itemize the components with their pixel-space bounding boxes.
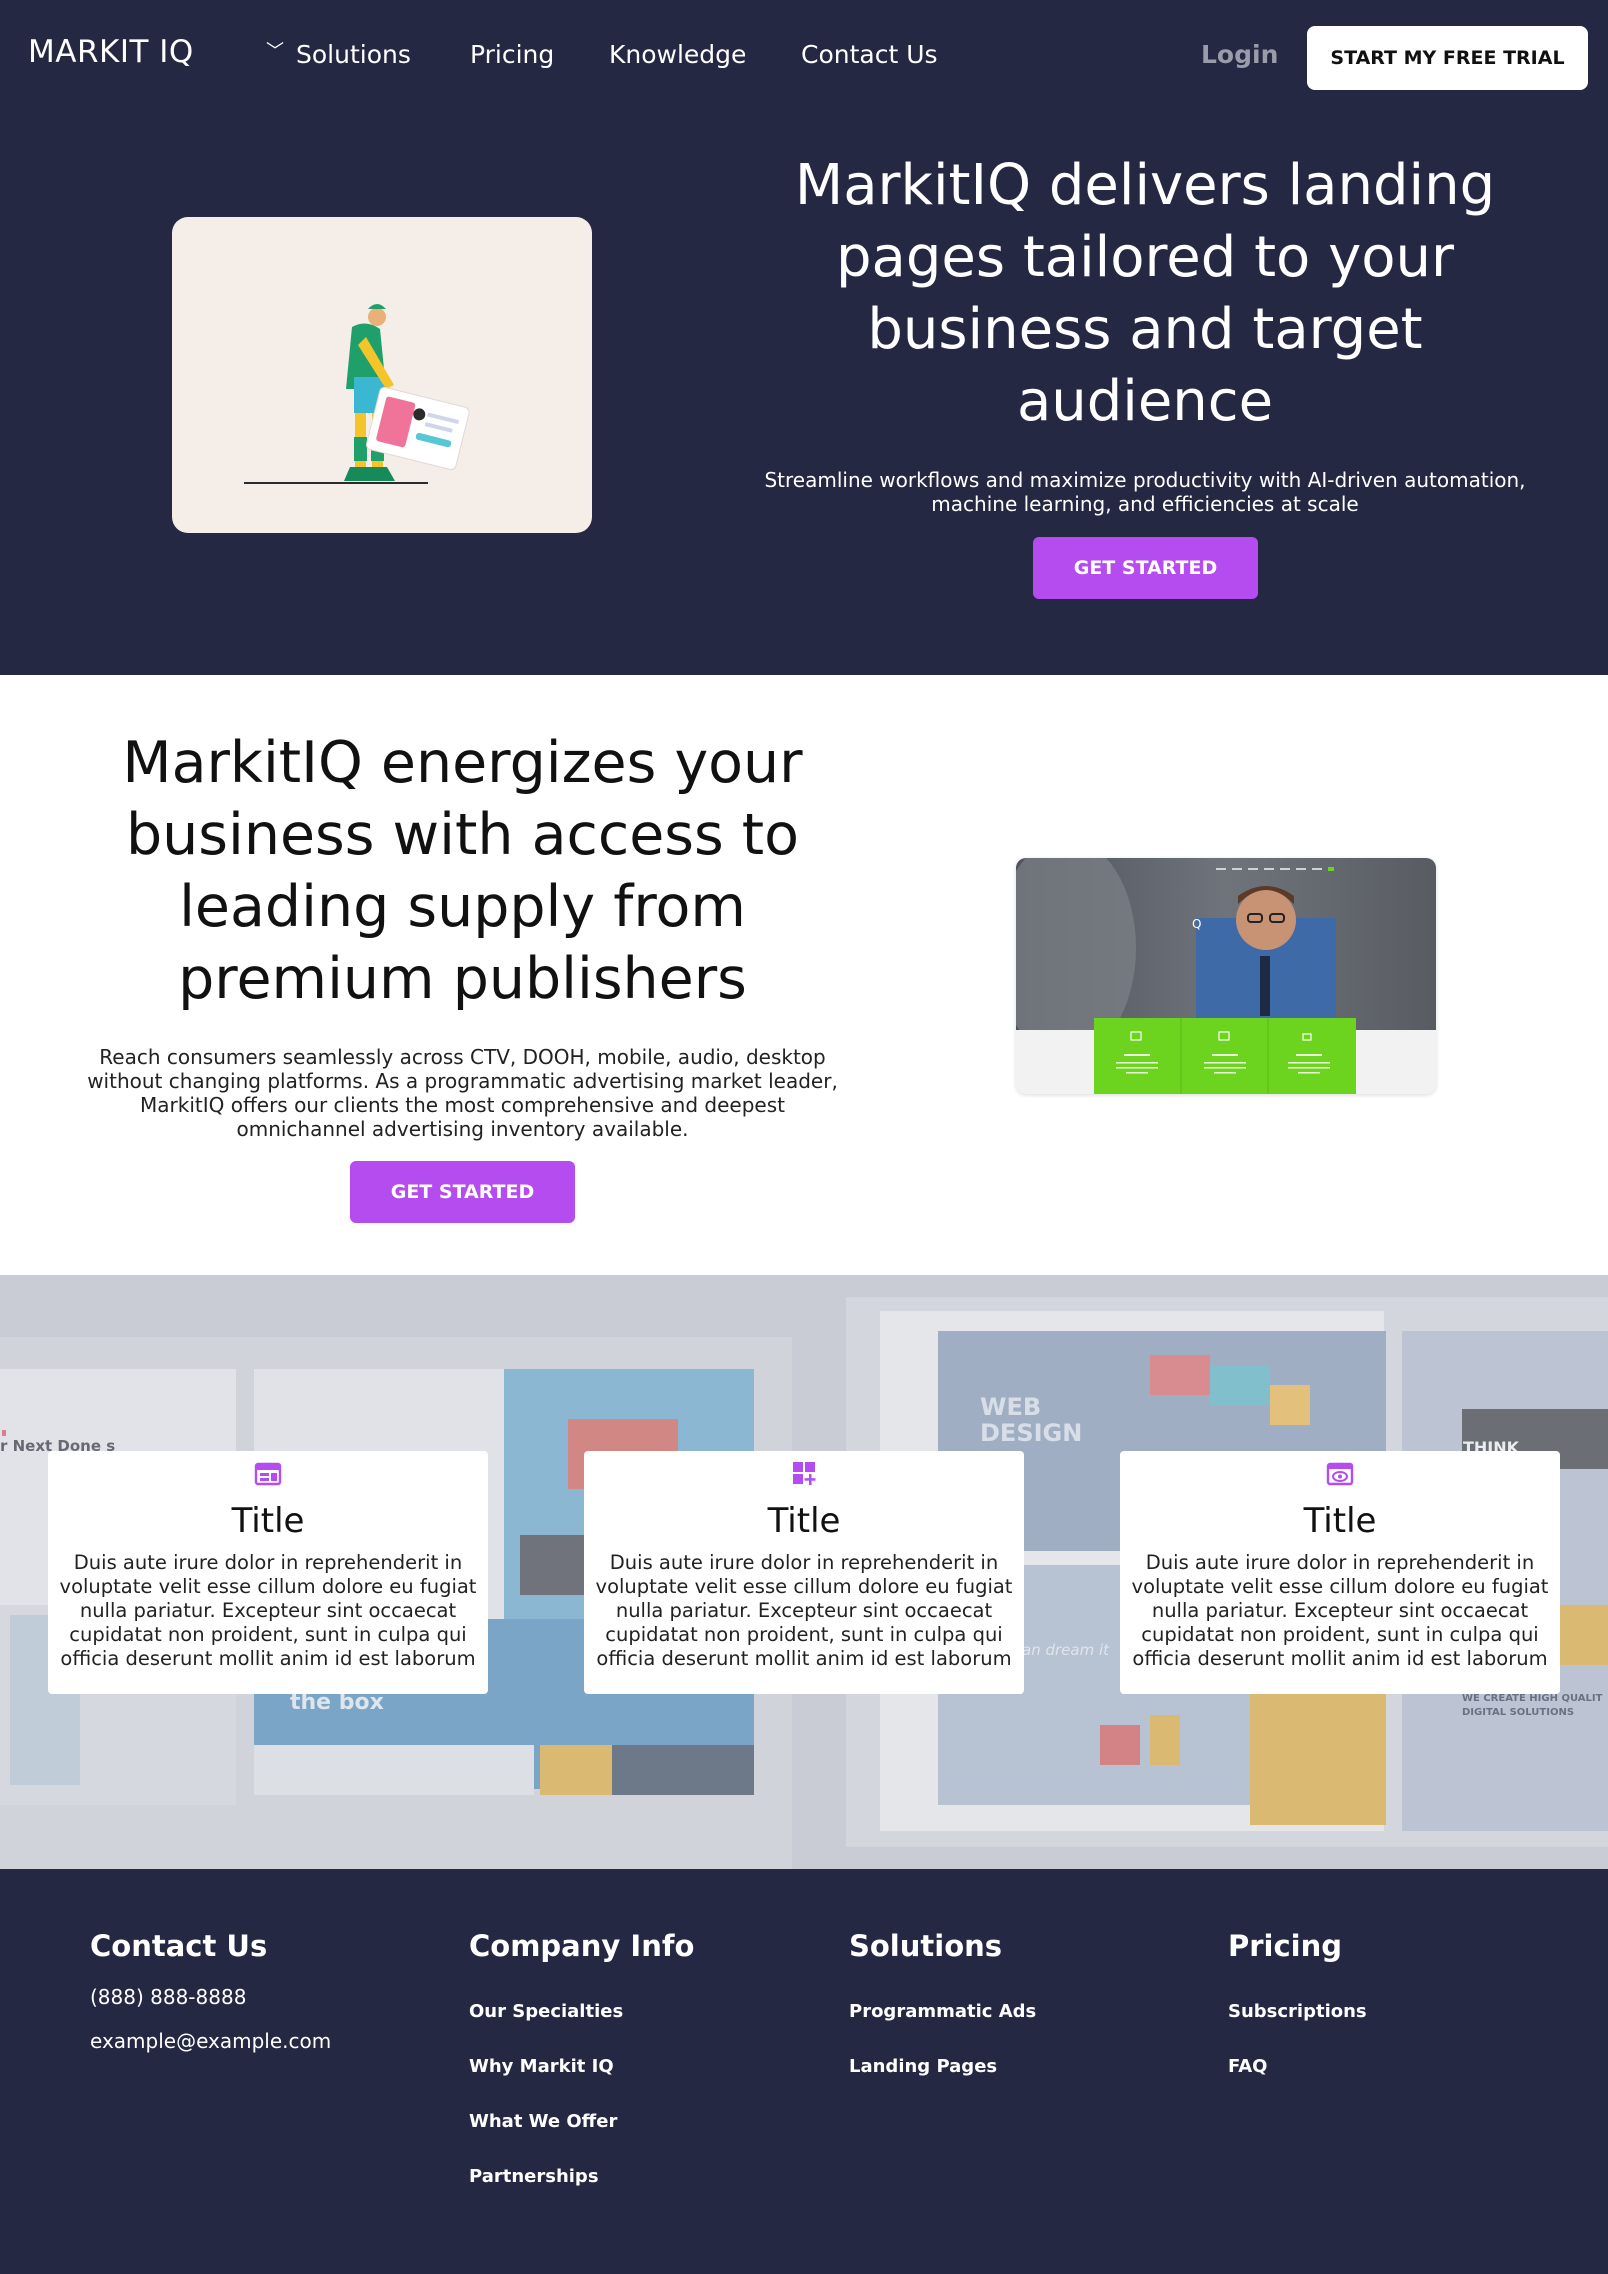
start-free-trial-button[interactable]: START MY FREE TRIAL [1307, 26, 1588, 90]
chevron-down-icon: ﹀ [266, 41, 284, 62]
login-link[interactable]: Login [1201, 40, 1278, 69]
supply-section: MarkitIQ energizes your business with ac… [0, 675, 1608, 1275]
footer-company-column: Company Info Our Specialties Why Markit … [469, 1929, 695, 2187]
site-footer: Contact Us (888) 888-8888 example@exampl… [0, 1869, 1608, 2274]
footer-solutions-column: Solutions Programmatic Ads Landing Pages [849, 1929, 1036, 2077]
nav-link-knowledge[interactable]: Knowledge [609, 40, 746, 69]
hero-get-started-button[interactable]: GET STARTED [1033, 537, 1258, 599]
brand-logo[interactable]: MARKIT IQ [28, 34, 194, 70]
footer-link[interactable]: FAQ [1228, 2056, 1267, 2077]
feature-card: Title Duis aute irure dolor in reprehend… [1120, 1451, 1560, 1694]
feature-title: Title [1303, 1501, 1377, 1541]
features-section: r Next Done s the box WEB DESIGN an drea… [0, 1275, 1608, 1869]
footer-heading: Contact Us [90, 1929, 268, 1963]
footer-heading: Pricing [1228, 1929, 1343, 1963]
svg-text:Q: Q [1192, 917, 1201, 931]
footer-contact-column: Contact Us (888) 888-8888 example@exampl… [90, 1929, 331, 2053]
browser-layout-icon [254, 1462, 282, 1486]
feature-title: Title [767, 1501, 841, 1541]
top-navbar: MARKIT IQ ﹀ Solutions Pricing Knowledge C… [0, 0, 1608, 112]
website-screenshot: Q [1016, 858, 1436, 1094]
person-holding-card-illustration [244, 304, 470, 484]
footer-link[interactable]: Landing Pages [849, 2056, 997, 2077]
footer-heading: Company Info [469, 1929, 695, 1963]
feature-text: Duis aute irure dolor in reprehenderit i… [595, 1551, 1013, 1670]
feature-text: Duis aute irure dolor in reprehenderit i… [1131, 1551, 1549, 1670]
footer-pricing-column: Pricing Subscriptions FAQ [1228, 1929, 1367, 2077]
hero-section: MARKIT IQ ﹀ Solutions Pricing Knowledge C… [0, 0, 1608, 675]
footer-link[interactable]: What We Offer [469, 2111, 617, 2132]
footer-heading: Solutions [849, 1929, 1003, 1963]
feature-text: Duis aute irure dolor in reprehenderit i… [59, 1551, 477, 1670]
footer-link[interactable]: Subscriptions [1228, 2001, 1367, 2022]
nav-link-label: Solutions [296, 40, 411, 69]
website-preview-image: Q [1016, 858, 1436, 1094]
feature-title: Title [231, 1501, 305, 1541]
hero-subtitle: Streamline workflows and maximize produc… [764, 468, 1526, 516]
grid-add-icon [793, 1462, 816, 1485]
hero-title: MarkitIQ delivers landing pages tailored… [794, 153, 1496, 434]
nav-link-solutions[interactable]: ﹀ Solutions [266, 40, 411, 69]
nav-link-pricing[interactable]: Pricing [470, 40, 554, 69]
browser-eye-icon [1326, 1462, 1354, 1486]
feature-card: Title Duis aute irure dolor in reprehend… [48, 1451, 488, 1694]
footer-phone[interactable]: (888) 888-8888 [90, 1985, 246, 2009]
supply-title: MarkitIQ energizes your business with ac… [122, 730, 803, 1012]
feature-card: Title Duis aute irure dolor in reprehend… [584, 1451, 1024, 1694]
supply-description: Reach consumers seamlessly across CTV, D… [87, 1045, 838, 1141]
footer-link[interactable]: Programmatic Ads [849, 2001, 1036, 2022]
footer-link[interactable]: Our Specialties [469, 2001, 623, 2022]
supply-get-started-button[interactable]: GET STARTED [350, 1161, 575, 1223]
nav-link-contact[interactable]: Contact Us [801, 40, 938, 69]
footer-link[interactable]: Partnerships [469, 2166, 599, 2187]
footer-link[interactable]: Why Markit IQ [469, 2056, 614, 2077]
hero-illustration [172, 217, 592, 533]
footer-email[interactable]: example@example.com [90, 2029, 331, 2053]
